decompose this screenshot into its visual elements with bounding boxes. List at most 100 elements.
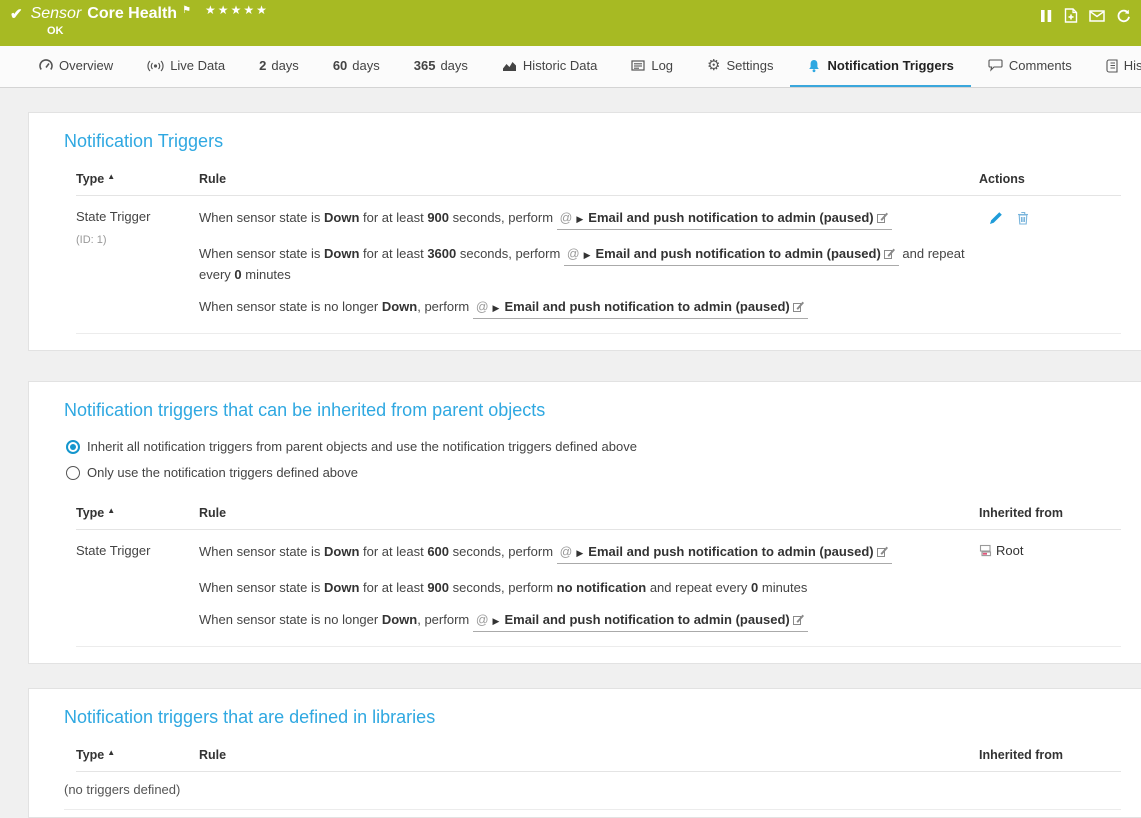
- sort-asc-icon: ▲: [107, 748, 115, 757]
- inherit-options: Inherit all notification triggers from p…: [66, 439, 1121, 480]
- edit-notification-icon[interactable]: [793, 300, 805, 312]
- panel-title: Notification triggers that are defined i…: [64, 707, 1121, 728]
- rule-emphasis: Down: [382, 299, 417, 314]
- tab-comments[interactable]: Comments: [971, 46, 1089, 87]
- trigger-type-cell: State Trigger (ID: 1): [76, 209, 199, 323]
- rule-line: When sensor state is Down for at least 3…: [199, 245, 971, 283]
- tab-label: Historic Data: [523, 58, 597, 73]
- column-header-type[interactable]: Type▲: [76, 172, 199, 186]
- radio-unselected-icon[interactable]: [66, 466, 80, 480]
- arrow-icon: ▶: [493, 303, 500, 313]
- rule-emphasis: 3600: [427, 246, 456, 261]
- notification-link[interactable]: @ ▶ Email and push notification to admin (…: [564, 245, 899, 266]
- column-header-inherited-from: Inherited from: [971, 748, 1121, 762]
- radio-inherit-all[interactable]: Inherit all notification triggers from p…: [66, 439, 1121, 454]
- log-icon: [631, 60, 645, 71]
- edit-trigger-pencil-icon[interactable]: [989, 211, 1003, 225]
- inherited-from-label: Root: [996, 543, 1023, 558]
- priority-stars[interactable]: ★★★★★: [205, 3, 269, 17]
- notification-link[interactable]: @▶Email and push notification to admin (…: [557, 543, 892, 564]
- tab-number: 2: [259, 58, 266, 73]
- library-triggers-table: Type▲ Rule Inherited from (no triggers d…: [76, 748, 1121, 810]
- pause-icon[interactable]: [1040, 9, 1053, 23]
- tab-log[interactable]: Log: [614, 46, 690, 87]
- column-header-rule: Rule: [199, 748, 971, 762]
- rule-emphasis: no notification: [557, 580, 647, 595]
- chart-icon: [502, 60, 517, 72]
- at-icon: @: [567, 247, 580, 261]
- tab-settings[interactable]: ⚙ Settings: [690, 46, 790, 87]
- tab-365-days[interactable]: 365 days: [397, 46, 485, 87]
- edit-notification-icon[interactable]: [877, 545, 889, 557]
- tab-history[interactable]: History: [1089, 46, 1141, 87]
- tab-label: History: [1124, 58, 1141, 73]
- arrow-icon: ▶: [576, 214, 583, 224]
- edit-notification-icon[interactable]: [877, 211, 889, 223]
- status-badge: OK: [47, 25, 1131, 37]
- tab-live-data[interactable]: Live Data: [130, 46, 242, 87]
- root-object-icon: [979, 544, 993, 557]
- table-header: Type▲ Rule Inherited from: [76, 748, 1121, 772]
- object-kind-label: Sensor: [31, 5, 82, 23]
- notification-link[interactable]: @▶Email and push notification to admin (…: [557, 209, 892, 230]
- panel-library-triggers: Notification triggers that are defined i…: [28, 688, 1141, 818]
- radio-only-defined[interactable]: Only use the notification triggers defin…: [66, 465, 1121, 480]
- rule-text: minutes: [758, 580, 807, 595]
- radio-label: Inherit all notification triggers from p…: [87, 439, 637, 454]
- notification-link[interactable]: @▶Email and push notification to admin (…: [473, 611, 808, 632]
- radio-selected-icon[interactable]: [66, 440, 80, 454]
- rule-text: When sensor state is: [199, 210, 324, 225]
- tab-historic-data[interactable]: Historic Data: [485, 46, 614, 87]
- sensor-header-bar: ✔ Sensor Core Health ⚑ ★★★★★ OK: [0, 0, 1141, 46]
- tab-2-days[interactable]: 2 days: [242, 46, 316, 87]
- arrow-icon: ▶: [584, 250, 591, 260]
- notification-name: Email and push notification to admin (pa…: [504, 612, 789, 627]
- tab-60-days[interactable]: 60 days: [316, 46, 397, 87]
- edit-notification-icon[interactable]: [884, 247, 896, 259]
- inherited-from-link[interactable]: Root: [971, 543, 1121, 636]
- column-header-type[interactable]: Type▲: [76, 748, 199, 762]
- delete-trigger-trash-icon[interactable]: [1017, 211, 1029, 225]
- rule-text: seconds, perform: [456, 246, 564, 261]
- tab-number: 365: [414, 58, 436, 73]
- rule-text: When sensor state is no longer: [199, 612, 382, 627]
- email-icon[interactable]: [1089, 10, 1105, 22]
- tab-label: Log: [651, 58, 673, 73]
- at-icon: @: [476, 613, 489, 627]
- gauge-icon: [39, 59, 53, 72]
- tab-label: Live Data: [170, 58, 225, 73]
- add-report-icon[interactable]: [1064, 8, 1078, 23]
- rule-text: for at least: [359, 580, 427, 595]
- live-data-icon: [147, 60, 164, 72]
- rule-text: seconds, perform: [449, 544, 557, 559]
- notification-name: Email and push notification to admin (pa…: [596, 246, 881, 261]
- tab-overview[interactable]: Overview: [22, 46, 130, 87]
- rule-emphasis: Down: [324, 580, 359, 595]
- trigger-type-cell: State Trigger: [76, 543, 199, 636]
- table-row: State Trigger (ID: 1) When sensor state …: [76, 196, 1121, 334]
- priority-flag-icon: ⚑: [182, 5, 191, 16]
- rule-line: When sensor state is Down for at least 9…: [199, 209, 971, 230]
- edit-notification-icon[interactable]: [793, 613, 805, 625]
- tab-notification-triggers[interactable]: Notification Triggers: [790, 46, 970, 87]
- rule-text: When sensor state is no longer: [199, 299, 382, 314]
- tab-label: Overview: [59, 58, 113, 73]
- trigger-rule-cell: When sensor state is Down for at least 9…: [199, 209, 971, 323]
- notification-link[interactable]: @▶Email and push notification to admin (…: [473, 298, 808, 319]
- at-icon: @: [476, 300, 489, 314]
- tab-label: Comments: [1009, 58, 1072, 73]
- rule-text: for at least: [359, 246, 427, 261]
- no-triggers-message: (no triggers defined): [64, 782, 1121, 810]
- rule-emphasis: 900: [427, 210, 449, 225]
- refresh-icon[interactable]: [1116, 9, 1131, 23]
- tab-label: Settings: [727, 58, 774, 73]
- column-header-type[interactable]: Type▲: [76, 506, 199, 520]
- gear-icon: ⚙: [707, 58, 720, 73]
- rule-text: for at least: [359, 544, 427, 559]
- rule-text: for at least: [359, 210, 427, 225]
- rule-emphasis: Down: [324, 544, 359, 559]
- rule-emphasis: Down: [324, 246, 359, 261]
- trigger-type: State Trigger: [76, 543, 199, 558]
- trigger-actions-cell: [971, 209, 1121, 323]
- sensor-title: Core Health: [87, 5, 177, 23]
